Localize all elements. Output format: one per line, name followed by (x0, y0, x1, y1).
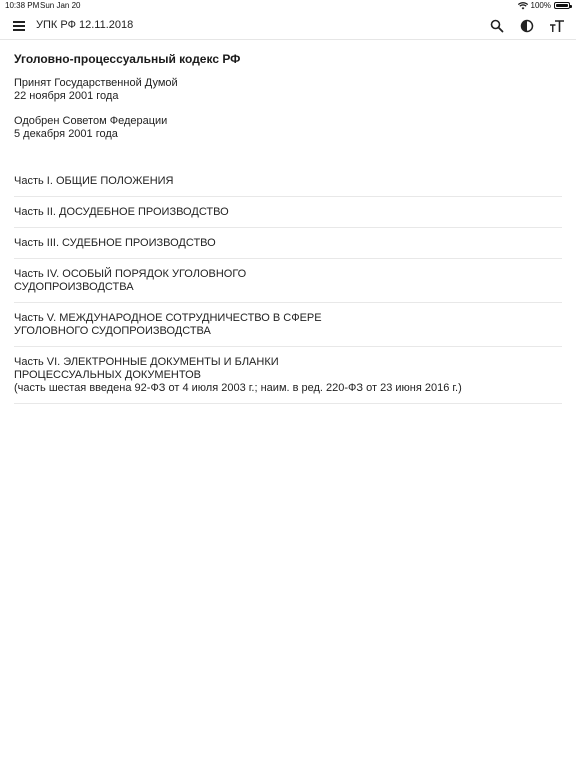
part-title-continued: СУДОПРОИЗВОДСТВА (14, 281, 134, 293)
wifi-icon (517, 1, 528, 9)
text-size-icon[interactable] (548, 17, 566, 35)
approval-info: Одобрен Советом Федерации 5 декабря 2001… (14, 115, 562, 141)
part-amendment-note: (часть шестая введена 92-ФЗ от 4 июля 20… (14, 382, 462, 394)
adoption-line: Принят Государственной Думой (14, 77, 178, 89)
contrast-icon[interactable] (518, 17, 536, 35)
battery-icon (554, 2, 572, 9)
parts-list: Часть I. ОБЩИЕ ПОЛОЖЕНИЯ Часть II. ДОСУД… (14, 166, 562, 404)
approval-line: Одобрен Советом Федерации (14, 115, 168, 127)
part-title: Часть IV. ОСОБЫЙ ПОРЯДОК УГОЛОВНОГО (14, 268, 247, 280)
part-title: Часть I. ОБЩИЕ ПОЛОЖЕНИЯ (14, 175, 174, 187)
part-title-continued: ПРОЦЕССУАЛЬНЫХ ДОКУМЕНТОВ (14, 369, 201, 381)
part-title: Часть VI. ЭЛЕКТРОННЫЕ ДОКУМЕНТЫ И БЛАНКИ (14, 356, 279, 368)
search-icon[interactable] (488, 17, 506, 35)
app-actions (488, 17, 566, 35)
app-bar: УПК РФ 12.11.2018 (0, 12, 576, 40)
battery-percent: 100% (530, 1, 551, 10)
part-item-2[interactable]: Часть II. ДОСУДЕБНОЕ ПРОИЗВОДСТВО (14, 197, 562, 228)
part-title: Часть V. МЕЖДУНАРОДНОЕ СОТРУДНИЧЕСТВО В … (14, 312, 322, 324)
part-item-3[interactable]: Часть III. СУДЕБНОЕ ПРОИЗВОДСТВО (14, 228, 562, 259)
adoption-info: Принят Государственной Думой 22 ноября 2… (14, 77, 562, 103)
document-content: Уголовно-процессуальный кодекс РФ Принят… (14, 40, 562, 404)
part-title: Часть III. СУДЕБНОЕ ПРОИЗВОДСТВО (14, 237, 216, 249)
status-right: 100% (517, 1, 572, 10)
part-title-continued: УГОЛОВНОГО СУДОПРОИЗВОДСТВА (14, 325, 211, 337)
status-time: 10:38 PM (5, 1, 40, 10)
part-item-5[interactable]: Часть V. МЕЖДУНАРОДНОЕ СОТРУДНИЧЕСТВО В … (14, 303, 562, 347)
approval-date: 5 декабря 2001 года (14, 128, 118, 140)
status-bar: 10:38 PM Sun Jan 20 100% (0, 0, 576, 12)
menu-icon[interactable] (12, 19, 26, 33)
status-date: Sun Jan 20 (40, 1, 81, 10)
part-title: Часть II. ДОСУДЕБНОЕ ПРОИЗВОДСТВО (14, 206, 229, 218)
part-item-6[interactable]: Часть VI. ЭЛЕКТРОННЫЕ ДОКУМЕНТЫ И БЛАНКИ… (14, 347, 562, 404)
adoption-date: 22 ноября 2001 года (14, 90, 119, 102)
part-item-1[interactable]: Часть I. ОБЩИЕ ПОЛОЖЕНИЯ (14, 166, 562, 197)
document-title: Уголовно-процессуальный кодекс РФ (14, 52, 241, 66)
app-title: УПК РФ 12.11.2018 (36, 19, 134, 31)
part-item-4[interactable]: Часть IV. ОСОБЫЙ ПОРЯДОК УГОЛОВНОГО СУДО… (14, 259, 562, 303)
